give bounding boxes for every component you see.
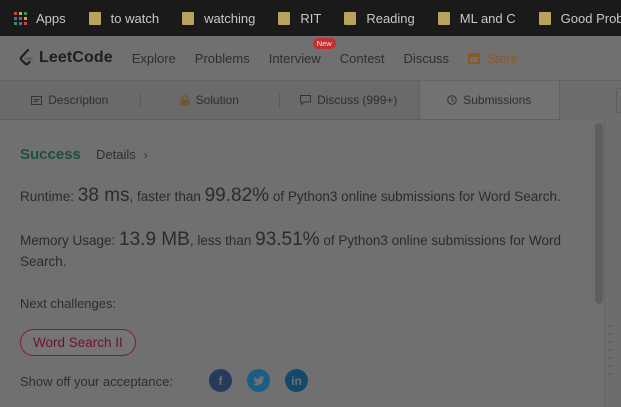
- runtime-compare: , faster than: [129, 189, 201, 204]
- runtime-value: 38 ms: [77, 185, 130, 206]
- bookmark-apps[interactable]: Apps: [14, 11, 66, 26]
- panel-divider[interactable]: [604, 120, 605, 407]
- folder-icon: [437, 11, 450, 25]
- bookmark-label: Apps: [36, 10, 66, 26]
- bookmarks-bar: Apps to watch watching RIT Reading ML an…: [0, 0, 621, 36]
- tab-label: Discuss (999+): [317, 93, 398, 107]
- details-label: Details: [96, 147, 136, 162]
- bookmark-label: watching: [204, 10, 256, 26]
- bookmark-folder[interactable]: watching: [182, 11, 255, 26]
- new-badge: New: [312, 37, 336, 49]
- twitter-icon[interactable]: [247, 369, 270, 392]
- memory-compare: , less than: [189, 233, 252, 248]
- folder-icon: [182, 11, 195, 25]
- next-challenge-button[interactable]: Word Search II: [20, 329, 136, 356]
- runtime-percent: 99.82%: [204, 185, 270, 206]
- tab-submissions[interactable]: Submissions: [418, 81, 560, 119]
- lock-icon: [180, 94, 190, 105]
- tab-label: Description: [48, 93, 109, 107]
- bookmark-label: ML and C: [459, 10, 516, 26]
- memory-value: 13.9 MB: [119, 229, 190, 250]
- apps-grid-icon: [14, 11, 27, 25]
- store-icon: [468, 52, 481, 64]
- runtime-line: Runtime: 38 ms, faster than 99.82% of Py…: [20, 185, 590, 207]
- memory-label: Memory Usage:: [20, 233, 116, 248]
- nav-discuss[interactable]: Discuss: [404, 51, 450, 66]
- tab-description[interactable]: Description: [0, 81, 140, 119]
- bookmark-label: RIT: [300, 10, 322, 26]
- folder-icon: [88, 11, 101, 25]
- leetcode-logo-icon: [19, 49, 34, 66]
- memory-percent: 93.51%: [255, 229, 320, 250]
- nav-store[interactable]: Store: [468, 51, 518, 66]
- tab-label: Solution: [195, 93, 239, 107]
- description-icon: [31, 95, 43, 105]
- problem-tabs: Description Solution Discuss (999+) Subm…: [0, 81, 560, 120]
- nav-explore[interactable]: Explore: [132, 51, 176, 66]
- bookmark-folder[interactable]: RIT: [278, 11, 321, 26]
- panel-scrollbar[interactable]: [595, 123, 603, 304]
- runtime-label: Runtime:: [20, 189, 75, 204]
- memory-line: Memory Usage: 13.9 MB, less than 93.51% …: [20, 229, 590, 272]
- store-label: Store: [487, 50, 519, 66]
- clock-icon: [447, 95, 458, 105]
- bookmark-label: Good Probs: [560, 10, 621, 26]
- folder-icon: [538, 11, 551, 25]
- top-navbar: LeetCode Explore Problems Interview New …: [0, 36, 621, 81]
- next-challenges-label: Next challenges:: [20, 296, 117, 311]
- tab-discuss[interactable]: Discuss (999+): [279, 81, 419, 119]
- chevron-right-icon: ›: [143, 148, 148, 162]
- facebook-icon[interactable]: f: [209, 369, 232, 392]
- nav-problems[interactable]: Problems: [195, 51, 250, 66]
- share-label: Show off your acceptance:: [20, 374, 173, 389]
- discuss-icon: [300, 95, 312, 105]
- nav-contest[interactable]: Contest: [340, 51, 385, 66]
- linkedin-icon[interactable]: in: [285, 369, 308, 392]
- nav-interview[interactable]: Interview New: [268, 37, 336, 66]
- brand-link[interactable]: LeetCode: [19, 49, 113, 67]
- tab-label: Submissions: [463, 93, 532, 107]
- resize-handle[interactable]: [609, 325, 612, 375]
- bookmark-label: Reading: [366, 10, 415, 26]
- bookmark-folder[interactable]: Good Probs: [538, 10, 621, 26]
- details-link[interactable]: Details ›: [96, 147, 148, 162]
- bookmark-folder[interactable]: Reading: [344, 10, 415, 26]
- bookmark-label: to watch: [110, 10, 160, 26]
- runtime-suffix: of Python3 online submissions for Word S…: [272, 189, 561, 204]
- bookmark-folder[interactable]: ML and C: [437, 10, 516, 26]
- tab-solution[interactable]: Solution: [139, 81, 280, 119]
- result-status: Success: [20, 146, 81, 163]
- folder-icon: [278, 11, 291, 25]
- folder-icon: [344, 11, 357, 25]
- bookmark-folder[interactable]: to watch: [88, 10, 160, 26]
- language-select-edge[interactable]: [616, 88, 621, 113]
- nav-interview-label: Interview: [268, 50, 321, 66]
- brand-name: LeetCode: [39, 49, 113, 66]
